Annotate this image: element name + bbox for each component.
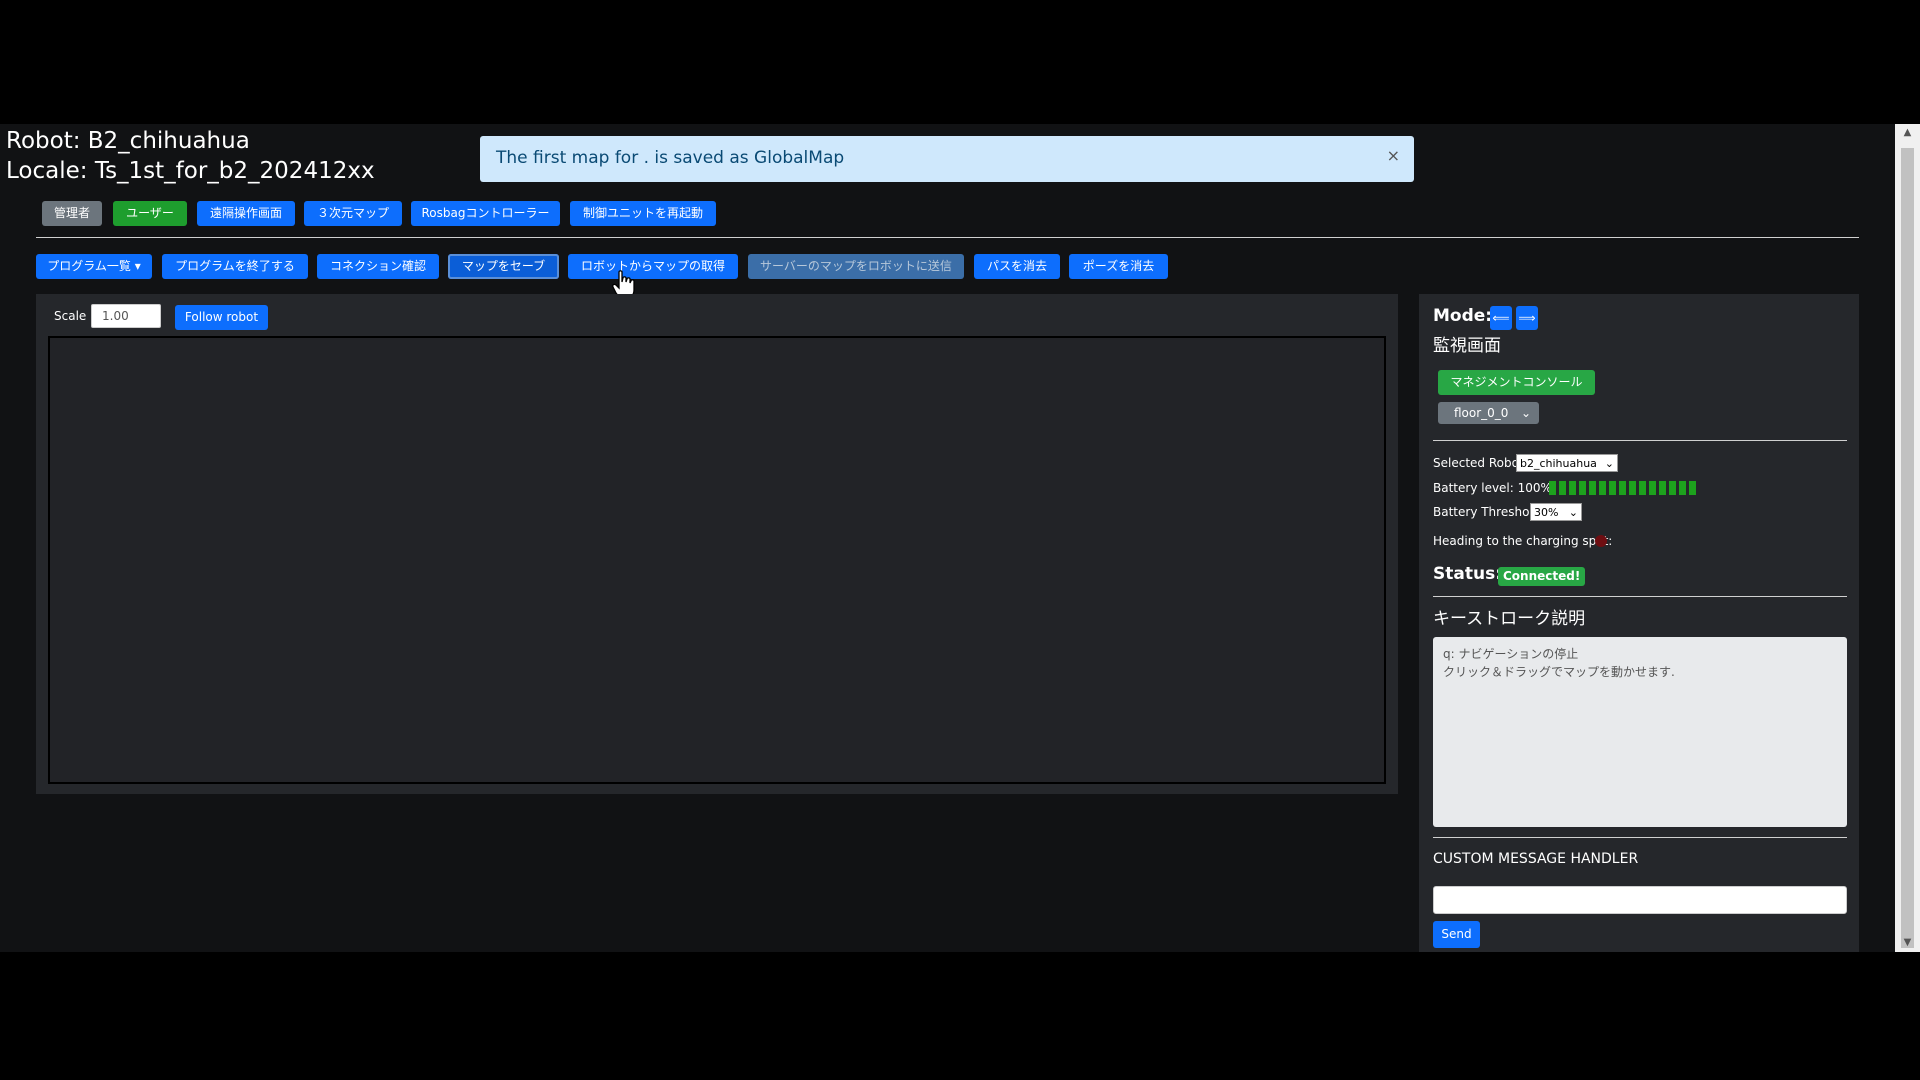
scale-label: Scale: [54, 309, 87, 323]
scroll-down-icon[interactable]: ▼: [1895, 934, 1920, 952]
keystroke-textarea[interactable]: q: ナビゲーションの停止 クリック＆ドラッグでマップを動かせます.: [1433, 637, 1847, 827]
battery-segment: [1549, 481, 1556, 495]
control-panel: Mode: ⟸ ⟹ 監視画面 マネジメントコンソール floor_0_0 ⌄ S…: [1419, 294, 1859, 952]
divider: [1433, 837, 1847, 838]
scroll-thumb[interactable]: [1901, 148, 1914, 948]
selected-robot-label: Selected Robot: [1433, 456, 1524, 470]
battery-segment: [1639, 481, 1646, 495]
chevron-down-icon: ⌄: [1568, 506, 1578, 519]
keystroke-title: キーストローク説明: [1433, 609, 1586, 629]
custom-handler-label: CUSTOM MESSAGE HANDLER: [1433, 851, 1639, 867]
alert-message: The first map for . is saved as GlobalMa…: [496, 148, 845, 168]
battery-segment: [1589, 481, 1596, 495]
battery-segment: [1669, 481, 1676, 495]
scroll-up-icon[interactable]: ▲: [1895, 124, 1920, 142]
mode-label: Mode:: [1433, 306, 1493, 326]
battery-segment: [1629, 481, 1636, 495]
map-panel: Scale Follow robot: [36, 294, 1398, 794]
map-canvas[interactable]: [48, 336, 1386, 784]
divider: [1433, 440, 1847, 441]
admin-button[interactable]: 管理者: [42, 201, 102, 226]
battery-segment: [1579, 481, 1586, 495]
vertical-scrollbar[interactable]: ▲ ▼: [1895, 124, 1920, 952]
divider: [1433, 596, 1847, 597]
close-icon[interactable]: ×: [1387, 146, 1400, 165]
battery-segment: [1689, 481, 1696, 495]
send-button[interactable]: Send: [1433, 921, 1480, 948]
status-label: Status:: [1433, 564, 1502, 584]
save-map-button[interactable]: マップをセーブ: [448, 254, 559, 279]
3d-map-button[interactable]: ３次元マップ: [304, 201, 402, 226]
battery-bar: [1549, 481, 1699, 495]
browser-viewport: Robot: B2_chihuahua Locale: Ts_1st_for_b…: [0, 124, 1920, 952]
clear-path-button[interactable]: パスを消去: [974, 254, 1060, 279]
user-button[interactable]: ユーザー: [113, 201, 187, 226]
charging-indicator-icon: [1595, 535, 1607, 547]
restart-control-unit-button[interactable]: 制御ユニットを再起動: [570, 201, 716, 226]
keystroke-line-1: q: ナビゲーションの停止: [1443, 647, 1579, 661]
clear-pose-button[interactable]: ポーズを消去: [1069, 254, 1168, 279]
battery-threshold-value: 30%: [1534, 506, 1559, 519]
charging-spot-label: Heading to the charging spot:: [1433, 534, 1613, 548]
battery-segment: [1649, 481, 1656, 495]
chevron-down-icon: ⌄: [1604, 457, 1614, 470]
locale-name: Locale: Ts_1st_for_b2_202412xx: [6, 158, 375, 184]
management-console-button[interactable]: マネジメントコンソール: [1438, 370, 1595, 395]
screen-title: 監視画面: [1433, 336, 1501, 356]
end-program-button[interactable]: プログラムを終了する: [162, 254, 308, 279]
floor-select[interactable]: floor_0_0 ⌄: [1438, 402, 1539, 424]
alert-banner: The first map for . is saved as GlobalMa…: [480, 136, 1414, 182]
follow-robot-button[interactable]: Follow robot: [175, 305, 268, 330]
mode-prev-button[interactable]: ⟸: [1490, 306, 1512, 330]
battery-segment: [1619, 481, 1626, 495]
chevron-down-icon: ⌄: [1520, 406, 1531, 420]
mode-next-button[interactable]: ⟹: [1516, 306, 1538, 330]
keystroke-line-2: クリック＆ドラッグでマップを動かせます.: [1443, 665, 1675, 679]
robot-name: Robot: B2_chihuahua: [6, 128, 250, 154]
send-map-to-robot-button[interactable]: サーバーのマップをロボットに送信: [748, 254, 964, 279]
custom-message-input[interactable]: [1433, 886, 1847, 914]
connection-check-button[interactable]: コネクション確認: [317, 254, 439, 279]
get-map-from-robot-button[interactable]: ロボットからマップの取得: [568, 254, 738, 279]
battery-segment: [1569, 481, 1576, 495]
battery-threshold-select[interactable]: 30% ⌄: [1530, 503, 1582, 521]
battery-segment: [1599, 481, 1606, 495]
divider: [36, 237, 1859, 238]
battery-threshold-label: Battery Threshold:: [1433, 505, 1545, 519]
remote-operation-button[interactable]: 遠隔操作画面: [197, 201, 295, 226]
selected-robot-value: b2_chihuahua: [1520, 457, 1597, 470]
battery-segment: [1679, 481, 1686, 495]
battery-segment: [1559, 481, 1566, 495]
battery-level-label: Battery level: 100%: [1433, 481, 1552, 495]
battery-segment: [1609, 481, 1616, 495]
floor-select-value: floor_0_0: [1454, 406, 1509, 420]
scale-input[interactable]: [91, 304, 161, 328]
status-badge: Connected!: [1498, 567, 1586, 586]
rosbag-controller-button[interactable]: Rosbagコントローラー: [411, 201, 560, 226]
program-list-dropdown[interactable]: プログラム一覧 ▾: [36, 254, 152, 279]
selected-robot-select[interactable]: b2_chihuahua ⌄: [1516, 454, 1618, 472]
battery-segment: [1659, 481, 1666, 495]
